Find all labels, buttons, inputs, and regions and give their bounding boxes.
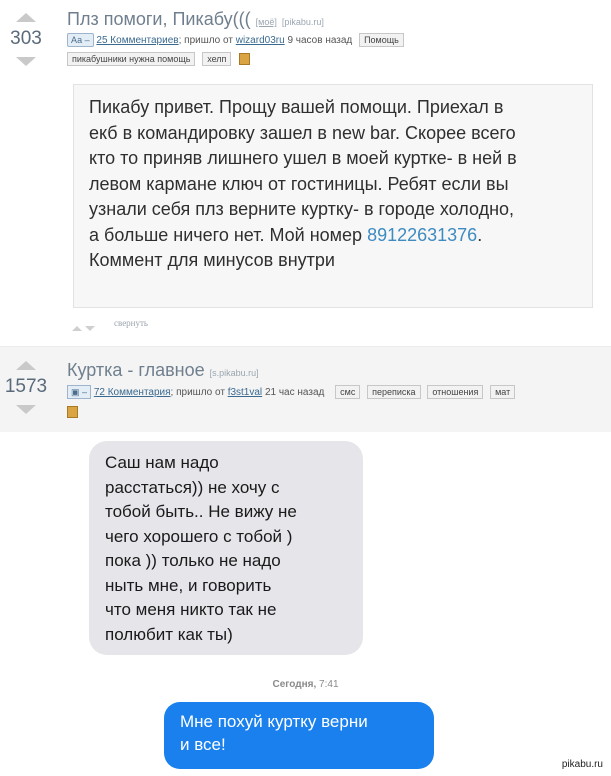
author-link[interactable]: wizard03ru (236, 35, 285, 46)
tag[interactable]: отношения (427, 385, 484, 399)
post-tags-row: пикабушники нужна помощь хелп (63, 52, 251, 66)
save-row (67, 403, 78, 421)
post-text-box: Пикабу привет. Прощу вашей помощи. Приех… (73, 84, 593, 308)
mini-upvote-icon[interactable] (72, 326, 82, 331)
message-line: тобой быть.. Не вижу не (105, 502, 297, 521)
timestamp-day: Сегодня, (272, 679, 317, 690)
post-type-label: – (82, 387, 88, 397)
tag[interactable]: переписка (367, 385, 421, 399)
comment-vote-arrows (72, 318, 95, 336)
message-line: Мне похуй куртку верни (180, 712, 368, 731)
posted-by-prefix: ; пришло от (178, 35, 233, 46)
tag[interactable]: смс (335, 385, 361, 399)
message-line: Саш нам надо (105, 453, 219, 472)
outgoing-message-bubble: Мне похуй куртку верни и все! (164, 702, 434, 769)
time-ago: 21 час назад (264, 387, 325, 398)
post-title: Куртка - главное [s.pikabu.ru] (67, 360, 259, 381)
phone-number-link[interactable]: 89122631376 (367, 225, 477, 245)
collapse-link[interactable]: свернуть (114, 318, 148, 328)
comments-link[interactable]: 25 Комментариев (96, 35, 178, 46)
post-text-line: кто то приняв лишнего ушел в моей куртке… (89, 148, 517, 168)
message-line: расстаться)) не хочу с (105, 477, 280, 497)
message-line: и все! (180, 735, 226, 754)
post-text-segment: а больше ничего нет. Мой номер (89, 224, 368, 245)
message-timestamp: Сегодня, 7:41 (0, 679, 611, 690)
message-line: полюбит как ты) (105, 624, 233, 644)
post-text-line: узнали себя плз верните куртку- в городе… (89, 199, 515, 219)
vote-block: 303 (0, 13, 52, 66)
timestamp-time: 7:41 (319, 679, 339, 690)
save-icon[interactable] (67, 405, 78, 418)
downvote-arrow-icon[interactable] (16, 57, 36, 66)
upvote-arrow-icon[interactable] (16, 13, 36, 22)
tag[interactable]: пикабушники нужна помощь (67, 52, 196, 66)
time-ago: 9 часов назад (287, 35, 353, 46)
camera-icon: ▣ (71, 387, 80, 397)
post-text-line: Коммент для минусов внутри (89, 250, 335, 270)
save-icon[interactable] (239, 53, 251, 66)
post-type-pill[interactable]: ▣ – (67, 385, 92, 399)
tag[interactable]: мат (490, 385, 516, 399)
mini-downvote-icon[interactable] (85, 326, 95, 331)
post-text-line: левом кармане ключ от гостиницы. Ребят е… (89, 173, 509, 194)
posted-by-prefix: ; пришло от (170, 387, 225, 398)
message-line: пока )) только не надо (105, 551, 281, 570)
message-line: чего хорошего с тобой ) (105, 526, 293, 546)
post-title: Плз помоги, Пикабу((( [моё] [pikabu.ru] (67, 9, 324, 30)
incoming-message-bubble: Саш нам надо расстаться)) не хочу с тобо… (89, 441, 363, 655)
post-source-tag[interactable]: [моё] (256, 17, 277, 27)
author-link[interactable]: f3st1val (228, 387, 262, 398)
post-type-pill[interactable]: Аа – (67, 33, 94, 47)
post-source-domain: [pikabu.ru] (281, 17, 324, 27)
post-title-link[interactable]: Плз помоги, Пикабу((( (67, 9, 251, 29)
tag[interactable]: Помощь (359, 33, 404, 47)
post-text-line: екб в командировку зашел в new bar. Скор… (89, 122, 516, 143)
message-line: что меня никто так не (105, 600, 277, 619)
post-1: 303 Плз помоги, Пикабу((( [моё] [pikabu.… (0, 0, 611, 346)
post-rating: 1573 (4, 376, 48, 397)
pikabu-watermark: pikabu.ru (561, 759, 603, 770)
downvote-arrow-icon[interactable] (16, 405, 36, 414)
post-rating: 303 (10, 28, 42, 49)
vote-block: 1573 (0, 361, 52, 414)
sms-screenshot: Саш нам надо расстаться)) не хочу с тобо… (0, 432, 611, 776)
post-text-line-phone: а больше ничего нет. Мой номер 891226313… (89, 223, 578, 249)
post-meta: ▣ – 72 Комментария; пришло от f3st1val 2… (67, 385, 516, 399)
message-line: ныть мне, и говорить (105, 575, 272, 595)
tag[interactable]: хелп (202, 52, 232, 66)
post-meta: Аа – 25 Комментариев; пришло от wizard03… (67, 33, 404, 47)
post-2: 1573 Куртка - главное [s.pikabu.ru] ▣ – … (0, 346, 611, 433)
upvote-arrow-icon[interactable] (16, 361, 36, 370)
post-source-domain: [s.pikabu.ru] (209, 368, 259, 378)
post-text-line: Пикабу привет. Прощу вашей помощи. Приех… (89, 97, 504, 117)
post-text-segment: . (477, 224, 483, 245)
comments-link[interactable]: 72 Комментария (94, 387, 171, 398)
post-title-link[interactable]: Куртка - главное (67, 360, 205, 380)
